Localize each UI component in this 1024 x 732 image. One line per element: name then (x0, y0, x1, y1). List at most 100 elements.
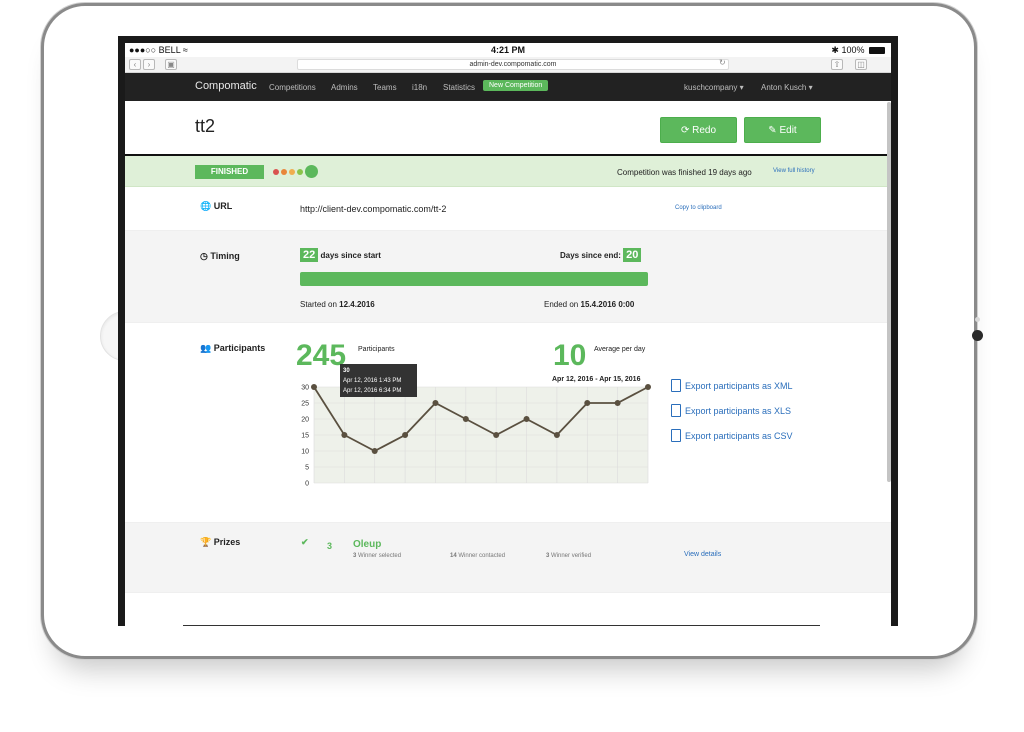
battery-icon (869, 47, 885, 54)
stat-contacted-text: Winner contacted (458, 553, 506, 559)
redo-label: Redo (692, 125, 717, 136)
ios-status-bar: ●●●○○ BELL ≈ 4:21 PM ✱ 100% (125, 43, 891, 57)
participants-label: 👥 Participants (200, 343, 265, 354)
chart-ytick-label: 0 (305, 481, 309, 488)
view-details-link[interactable]: View details (684, 551, 721, 558)
tooltip-line1: Apr 12, 2016 1:43 PM (343, 378, 402, 384)
chart-ytick-label: 5 (305, 465, 309, 472)
finished-message: Competition was finished 19 days ago (617, 168, 752, 177)
chart-data-point (553, 432, 560, 438)
chart-data-point (311, 384, 317, 390)
tooltip-line2: Apr 12, 2016 6:34 PM (343, 388, 402, 394)
status-dot (289, 169, 295, 175)
clock: 4:21 PM (490, 45, 525, 55)
nav-competitions[interactable]: Competitions (269, 83, 316, 92)
participants-chart: 0 5 10 15 20 25 30 (285, 383, 655, 498)
prize-stat-contacted: 14 Winner contacted (450, 553, 505, 559)
url-label: 🌐 URL (200, 201, 232, 212)
chart-data-point (645, 384, 651, 390)
user-dropdown[interactable]: Anton Kusch ▾ (761, 83, 813, 92)
ipad-screen: ●●●○○ BELL ≈ 4:21 PM ✱ 100% ‹ › ▣ admin-… (118, 36, 898, 626)
chart-data-point (523, 416, 530, 422)
chart-ytick-label: 30 (301, 385, 309, 392)
company-dropdown[interactable]: kuschcompany ▾ (684, 83, 744, 92)
nav-admins[interactable]: Admins (331, 83, 358, 92)
view-history-link[interactable]: View full history (773, 168, 815, 174)
prize-name[interactable]: Oleup (353, 539, 381, 550)
competition-url: http://client-dev.compomatic.com/tt-2 (300, 204, 447, 214)
status-dot (297, 169, 303, 175)
started-prefix: Started on (300, 300, 337, 309)
chart-data-point (402, 432, 409, 438)
status-badge: FINISHED (195, 165, 264, 179)
ended-prefix: Ended on (544, 300, 579, 309)
edit-button[interactable]: ✎ Edit (744, 117, 821, 143)
competition-status-strip: FINISHED Competition was finished 19 day… (125, 156, 891, 187)
chart-ytick-label: 15 (301, 433, 309, 440)
participants-line-chart: 0 5 10 15 20 25 30 (301, 384, 651, 488)
days-since-start-text: days since start (320, 251, 381, 260)
back-icon[interactable]: ‹ (129, 59, 141, 70)
timing-section: ◷ Timing 22 days since start Days since … (125, 231, 891, 323)
tabs-icon[interactable]: ◫ (855, 59, 867, 70)
app-navbar: Compomatic Competitions Admins Teams i18… (125, 73, 891, 101)
prizes-label-text: Prizes (213, 537, 241, 547)
bookmarks-icon[interactable]: ▣ (165, 59, 177, 70)
page-scrollbar[interactable] (887, 102, 891, 482)
export-csv-label: Export participants as CSV (685, 431, 793, 441)
ended-date: 15.4.2016 0:00 (580, 300, 635, 309)
check-circle-icon: ✔ (301, 537, 309, 547)
bottom-bar (183, 625, 820, 626)
chart-tooltip: 30 Apr 12, 2016 1:43 PM Apr 12, 2016 6:3… (340, 364, 417, 397)
days-since-end-value: 20 (623, 248, 642, 262)
prize-stat-selected: 3 Winner selected (353, 553, 401, 559)
prizes-label: 🏆 Prizes (200, 537, 240, 548)
new-competition-button[interactable]: New Competition (483, 80, 549, 91)
status-dot (281, 169, 287, 175)
sensor-dot (975, 317, 980, 322)
days-since-start: 22 days since start (300, 248, 381, 262)
users-icon: 👥 (200, 343, 212, 353)
chart-data-point (432, 400, 439, 406)
days-since-start-value: 22 (300, 248, 319, 262)
status-dot (273, 169, 279, 175)
nav-i18n[interactable]: i18n (412, 83, 427, 92)
stat-selected-num: 3 (353, 553, 357, 559)
url-label-text: URL (213, 201, 233, 211)
trophy-icon: 🏆 (200, 537, 212, 547)
export-xml-link[interactable]: Export participants as XML (671, 379, 793, 392)
stat-contacted-num: 14 (450, 553, 457, 559)
camera-icon (972, 330, 983, 341)
started-on: Started on 12.4.2016 (300, 300, 375, 309)
total-participants-caption: Participants (358, 346, 395, 353)
share-icon[interactable]: ⇧ (831, 59, 843, 70)
brand-logo[interactable]: Compomatic (195, 80, 257, 92)
battery-percent: 100% (841, 45, 865, 55)
bluetooth-icon: ✱ (831, 45, 839, 55)
chart-data-point (462, 416, 469, 422)
address-bar[interactable]: admin-dev.compomatic.com (297, 59, 729, 70)
text-file-icon (671, 429, 681, 442)
nav-teams[interactable]: Teams (373, 83, 397, 92)
refresh-icon: ⟳ (680, 125, 690, 136)
export-xls-label: Export participants as XLS (685, 406, 792, 416)
redo-button[interactable]: ⟳ Redo (660, 117, 737, 143)
nav-statistics[interactable]: Statistics (443, 83, 475, 92)
url-section: 🌐 URL http://client-dev.compomatic.com/t… (125, 187, 891, 231)
chart-data-point (341, 432, 348, 438)
reload-icon[interactable]: ↻ (719, 58, 726, 67)
stat-verified-num: 3 (546, 553, 550, 559)
page-header: tt2 ⟳ Redo ✎ Edit (125, 101, 891, 156)
stat-verified-text: Winner verified (551, 553, 592, 559)
days-since-end-label: Days since end: (560, 251, 621, 260)
edit-label: Edit (779, 125, 797, 136)
copy-clipboard-link[interactable]: Copy to clipboard (675, 205, 722, 211)
stat-selected-text: Winner selected (358, 553, 402, 559)
started-date: 12.4.2016 (339, 300, 375, 309)
export-xls-link[interactable]: Export participants as XLS (671, 404, 791, 417)
export-csv-link[interactable]: Export participants as CSV (671, 429, 793, 442)
forward-icon[interactable]: › (143, 59, 155, 70)
average-per-day-caption: Average per day (594, 346, 646, 353)
prize-stat-verified: 3 Winner verified (546, 553, 591, 559)
code-file-icon (671, 379, 681, 392)
